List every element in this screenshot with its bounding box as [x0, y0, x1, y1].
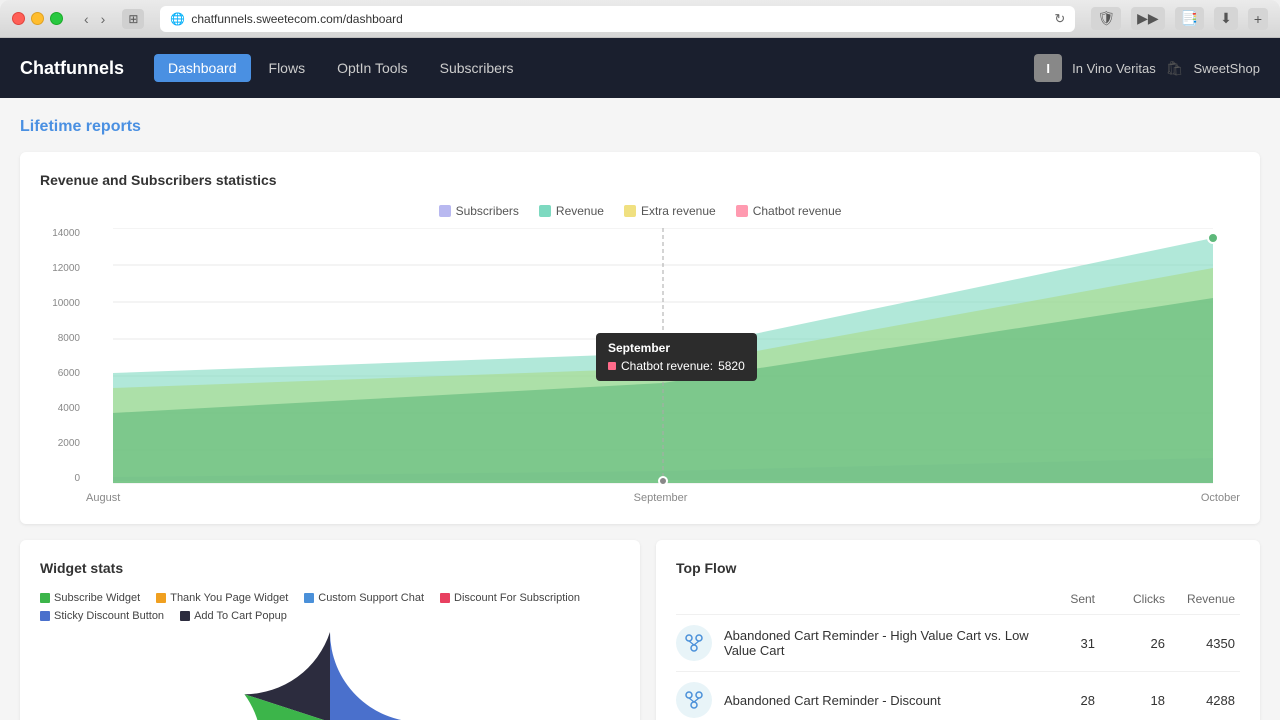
legend-dot-chatbot-revenue — [736, 205, 748, 217]
flow-clicks-1: 26 — [1100, 636, 1170, 651]
flow-icon-svg-2 — [683, 689, 705, 711]
legend-revenue: Revenue — [539, 204, 604, 218]
legend-chatbot-revenue: Chatbot revenue — [736, 204, 842, 218]
flow-sent-1: 31 — [1030, 636, 1100, 651]
refresh-button[interactable]: ↻ — [1054, 11, 1065, 27]
page-title: Lifetime reports — [20, 118, 1260, 136]
x-label-october: October — [1201, 492, 1240, 504]
flow-sent-2: 28 — [1030, 693, 1100, 708]
download-icon[interactable]: ⬇ — [1214, 7, 1238, 30]
pie-label-sticky: Sticky Discount Button — [54, 610, 164, 622]
close-button[interactable] — [12, 12, 25, 25]
app: Chatfunnels Dashboard Flows OptIn Tools … — [0, 38, 1280, 720]
legend-extra-revenue: Extra revenue — [624, 204, 716, 218]
pie-chart-svg — [240, 632, 420, 720]
traffic-lights — [12, 12, 63, 25]
legend-label-subscribers: Subscribers — [456, 204, 519, 218]
title-bar: ‹ › ⊞ 🌐 chatfunnels.sweetecom.com/dashbo… — [0, 0, 1280, 38]
y-axis-labels: 14000 12000 10000 8000 6000 4000 2000 0 — [40, 228, 86, 504]
legend-subscribers: Subscribers — [439, 204, 519, 218]
flow-clicks-2: 18 — [1100, 693, 1170, 708]
minimize-button[interactable] — [31, 12, 44, 25]
tab-view-button[interactable]: ⊞ — [122, 9, 144, 29]
widget-stats-title: Widget stats — [40, 560, 620, 576]
nav-item-optin-tools[interactable]: OptIn Tools — [323, 54, 422, 82]
pie-legend-discount: Discount For Subscription — [440, 592, 580, 604]
flow-revenue-2: 4288 — [1170, 693, 1240, 708]
flow-icon-2 — [676, 682, 712, 718]
brand-logo: Chatfunnels — [20, 58, 124, 79]
pie-label-discount: Discount For Subscription — [454, 592, 580, 604]
flow-name-2: Abandoned Cart Reminder - Discount — [724, 693, 1030, 708]
toolbar-icons: 🛡 ▶▶ 📑 ⬇ + — [1091, 7, 1268, 30]
widget-legend: Subscribe Widget Thank You Page Widget C… — [40, 592, 620, 622]
nav-arrows: ‹ › — [79, 9, 110, 29]
back-button[interactable]: ‹ — [79, 9, 94, 29]
pie-legend-sticky: Sticky Discount Button — [40, 610, 164, 622]
content-area: Lifetime reports Revenue and Subscribers… — [0, 98, 1280, 720]
legend-dot-revenue — [539, 205, 551, 217]
bottom-row: Widget stats Subscribe Widget Thank You … — [20, 540, 1260, 720]
user-avatar: I — [1034, 54, 1062, 82]
x-label-september: September — [634, 492, 688, 504]
play-icon[interactable]: ▶▶ — [1131, 7, 1165, 30]
globe-icon: 🌐 — [170, 12, 185, 26]
user-name: In Vino Veritas — [1072, 61, 1156, 76]
chart-legend: Subscribers Revenue Extra revenue Chatbo… — [40, 204, 1240, 218]
legend-dot-subscribers — [439, 205, 451, 217]
url-text: chatfunnels.sweetecom.com/dashboard — [191, 12, 402, 26]
flow-revenue-1: 4350 — [1170, 636, 1240, 651]
top-flow-title: Top Flow — [676, 560, 1240, 576]
plus-icon[interactable]: + — [1248, 8, 1268, 30]
pie-label-support: Custom Support Chat — [318, 592, 424, 604]
top-flow-card: Top Flow Sent Clicks Revenue — [656, 540, 1260, 720]
flow-name-1: Abandoned Cart Reminder - High Value Car… — [724, 628, 1030, 658]
pie-legend-addtocart: Add To Cart Popup — [180, 610, 287, 622]
revenue-chart-card: Revenue and Subscribers statistics Subsc… — [20, 152, 1260, 524]
shield-icon[interactable]: 🛡 — [1091, 7, 1121, 30]
col-revenue: Revenue — [1170, 592, 1240, 606]
chart-title: Revenue and Subscribers statistics — [40, 172, 1240, 188]
nav-item-flows[interactable]: Flows — [255, 54, 320, 82]
store-name: SweetShop — [1194, 61, 1261, 76]
x-axis-labels: August September October — [86, 488, 1240, 504]
flow-icon-svg-1 — [683, 632, 705, 654]
address-bar: 🌐 chatfunnels.sweetecom.com/dashboard ↻ — [160, 6, 1075, 32]
nav-item-subscribers[interactable]: Subscribers — [426, 54, 528, 82]
legend-label-extra-revenue: Extra revenue — [641, 204, 716, 218]
maximize-button[interactable] — [50, 12, 63, 25]
col-sent: Sent — [1030, 592, 1100, 606]
nav-items: Dashboard Flows OptIn Tools Subscribers — [154, 54, 528, 82]
flow-icon-1 — [676, 625, 712, 661]
pie-chart-container — [40, 632, 620, 720]
pie-label-addtocart: Add To Cart Popup — [194, 610, 287, 622]
legend-dot-extra-revenue — [624, 205, 636, 217]
pie-segment-sticky — [330, 632, 420, 720]
september-dot-bottom — [659, 477, 667, 485]
pie-legend-support: Custom Support Chat — [304, 592, 424, 604]
col-clicks: Clicks — [1100, 592, 1170, 606]
pie-legend-thankyou: Thank You Page Widget — [156, 592, 288, 604]
nav-item-dashboard[interactable]: Dashboard — [154, 54, 251, 82]
pie-legend-subscribe: Subscribe Widget — [40, 592, 140, 604]
x-label-august: August — [86, 492, 120, 504]
forward-button[interactable]: › — [96, 9, 111, 29]
pie-label-thankyou: Thank You Page Widget — [170, 592, 288, 604]
legend-label-chatbot-revenue: Chatbot revenue — [753, 204, 842, 218]
end-dot — [1208, 233, 1218, 243]
table-row: Abandoned Cart Reminder - High Value Car… — [676, 614, 1240, 671]
pie-label-subscribe: Subscribe Widget — [54, 592, 140, 604]
top-flow-header: Sent Clicks Revenue — [676, 592, 1240, 606]
september-dot-top — [658, 348, 668, 358]
widget-stats-card: Widget stats Subscribe Widget Thank You … — [20, 540, 640, 720]
legend-label-revenue: Revenue — [556, 204, 604, 218]
navbar: Chatfunnels Dashboard Flows OptIn Tools … — [0, 38, 1280, 98]
nav-right: I In Vino Veritas 🛍 SweetShop — [1034, 54, 1260, 82]
bookmark-icon[interactable]: 📑 — [1175, 7, 1204, 30]
chart-svg — [86, 228, 1240, 488]
table-row: Abandoned Cart Reminder - Discount 28 18… — [676, 671, 1240, 720]
